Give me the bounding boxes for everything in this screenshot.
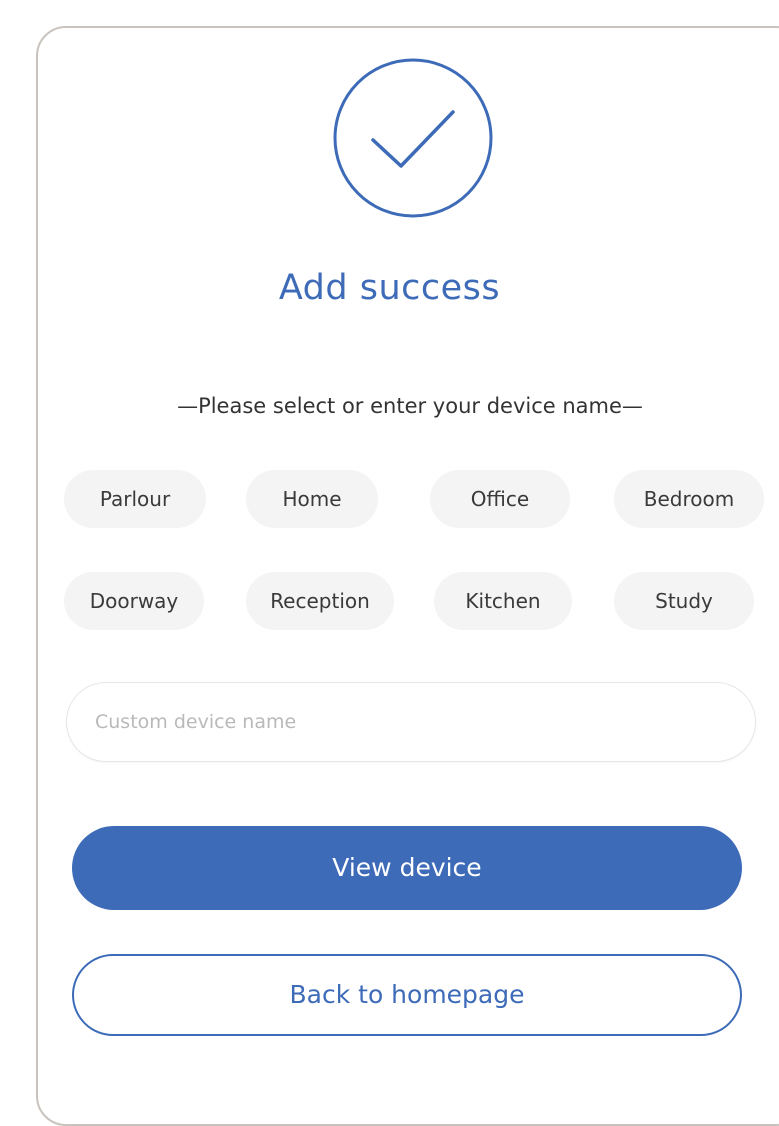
name-chip-doorway[interactable]: Doorway (64, 572, 204, 630)
name-chip-study[interactable]: Study (614, 572, 754, 630)
custom-name-field (66, 682, 756, 762)
dialog-subtitle: —Please select or enter your device name… (177, 394, 643, 418)
back-to-homepage-button[interactable]: Back to homepage (72, 954, 742, 1036)
checkmark-circle-icon (331, 56, 495, 220)
name-chip-office[interactable]: Office (430, 470, 570, 528)
name-chip-home[interactable]: Home (246, 470, 378, 528)
custom-name-input[interactable] (93, 683, 697, 761)
name-chip-kitchen[interactable]: Kitchen (434, 572, 572, 630)
name-chip-parlour[interactable]: Parlour (64, 470, 206, 528)
name-chip-bedroom[interactable]: Bedroom (614, 470, 764, 528)
dialog-title: Add success (278, 268, 501, 308)
name-chip-reception[interactable]: Reception (246, 572, 394, 630)
view-device-button[interactable]: View device (72, 826, 742, 910)
